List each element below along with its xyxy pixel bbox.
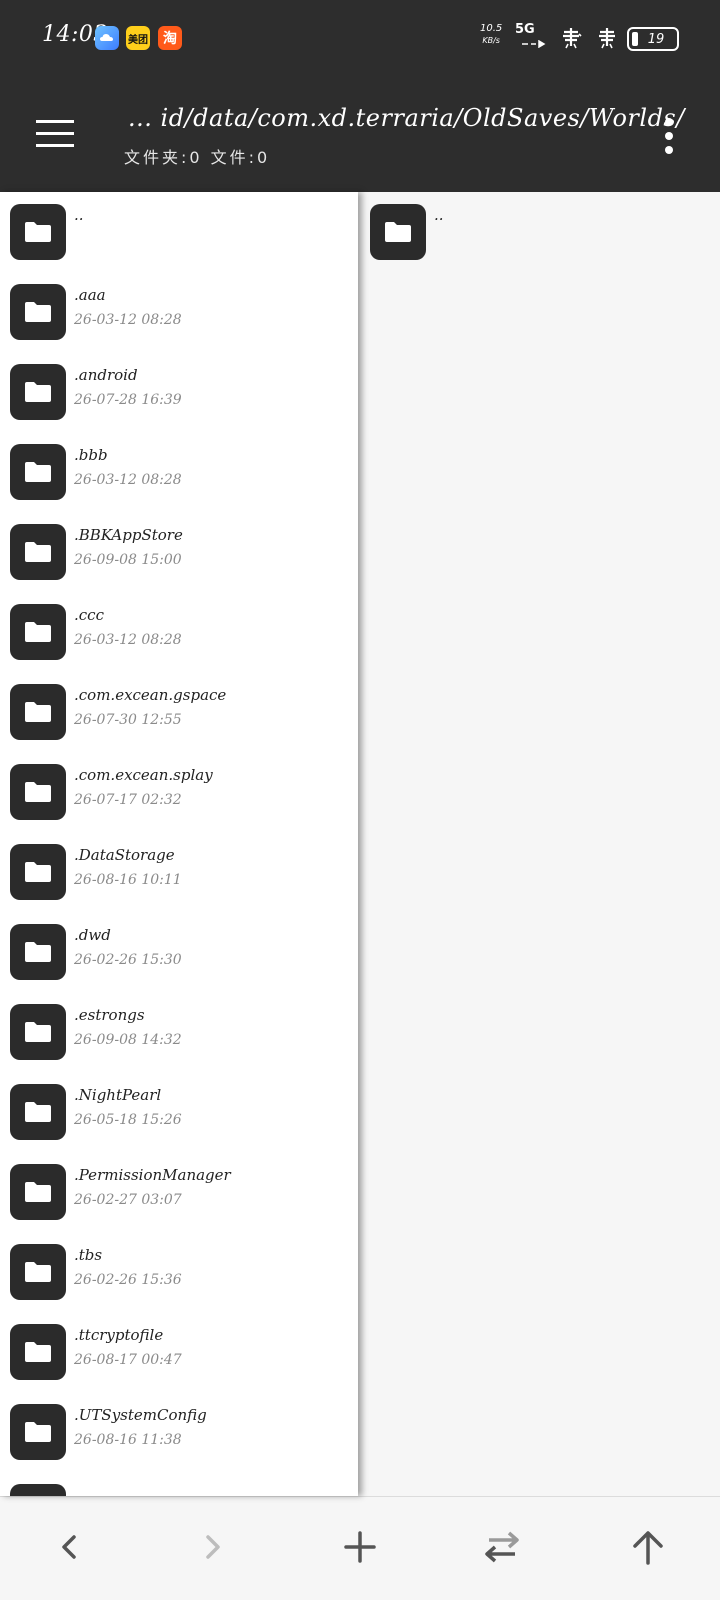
item-modified-date: 26-07-28 16:39 (74, 392, 182, 408)
item-name: .NightPearl (74, 1086, 162, 1104)
swap-panes-icon[interactable] (478, 1523, 526, 1571)
item-name: .. (74, 206, 84, 224)
item-name: .tbs (74, 1246, 103, 1264)
bottom-toolbar (0, 1496, 720, 1600)
folder-icon (10, 524, 66, 580)
file-list-item[interactable]: .ttcryptofile 26-08-17 00:47 (0, 1312, 350, 1392)
folder-icon (10, 1324, 66, 1380)
battery-level: 19 (647, 31, 665, 47)
item-name: .bbb (74, 446, 108, 464)
item-modified-date: 26-03-12 08:28 (74, 312, 182, 328)
item-modified-date: 26-03-12 08:28 (74, 472, 182, 488)
item-modified-date: 26-07-30 12:55 (74, 712, 182, 728)
signal-strength-icon-2 (599, 28, 615, 49)
item-modified-date: 26-08-16 10:11 (74, 872, 182, 888)
item-name: .DataStorage (74, 846, 175, 864)
signal-strength-icon (563, 28, 582, 49)
file-list-item[interactable]: .estrongs 26-09-08 14:32 (0, 992, 350, 1072)
current-path[interactable]: ... id/data/com.xd.terraria/OldSaves/Wor… (128, 104, 685, 132)
item-name: .BBKAppStore (74, 526, 183, 544)
folder-icon (10, 924, 66, 980)
item-name: .ccc (74, 606, 104, 624)
item-name: .UTSystemConfig (74, 1406, 207, 1424)
item-modified-date: 26-03-12 08:28 (74, 632, 182, 648)
data-activity-icon (522, 40, 546, 48)
right-file-pane[interactable]: .. (360, 192, 720, 1496)
item-modified-date: 26-09-08 14:32 (74, 1032, 182, 1048)
file-list-item[interactable]: .PermissionManager 26-02-27 03:07 (0, 1152, 350, 1232)
taobao-app-icon: 淘 (158, 26, 182, 50)
weather-app-icon (95, 26, 119, 50)
folder-icon (10, 604, 66, 660)
folder-icon (370, 204, 426, 260)
item-modified-date: 26-07-17 02:32 (74, 792, 182, 808)
item-name: .. (434, 206, 444, 224)
item-name: .com.excean.gspace (74, 686, 227, 704)
folder-icon (10, 1164, 66, 1220)
network-speed-value: 10.5 (480, 23, 503, 34)
forward-arrow-icon[interactable] (188, 1523, 236, 1571)
file-list-item[interactable]: .UTSystemConfig 26-08-16 11:38 (0, 1392, 350, 1472)
item-modified-date: 26-09-08 15:00 (74, 552, 182, 568)
folder-icon (10, 204, 66, 260)
file-list-item[interactable]: .dwd 26-02-26 15:30 (0, 912, 350, 992)
item-modified-date: 26-05-18 15:26 (74, 1112, 182, 1128)
meituan-app-icon: 美团 (126, 26, 150, 50)
item-modified-date: 26-02-26 15:30 (74, 952, 182, 968)
item-name: .dwd (74, 926, 111, 944)
item-modified-date: 26-02-27 03:07 (74, 1192, 182, 1208)
folder-icon (10, 1004, 66, 1060)
battery-indicator: 19 (627, 27, 679, 51)
folder-icon (10, 1084, 66, 1140)
item-modified-date: 26-08-17 00:47 (74, 1352, 182, 1368)
folder-icon (10, 364, 66, 420)
up-directory-icon[interactable] (624, 1523, 672, 1571)
item-name: .aaa (74, 286, 106, 304)
item-name: .ttcryptofile (74, 1326, 164, 1344)
app-bar: ... id/data/com.xd.terraria/OldSaves/Wor… (0, 76, 720, 192)
file-list-item[interactable]: .bbb 26-03-12 08:28 (0, 432, 350, 512)
file-list-item[interactable]: .android 26-07-28 16:39 (0, 352, 350, 432)
file-list-item[interactable]: .tbs 26-02-26 15:36 (0, 1232, 350, 1312)
item-name: .android (74, 366, 138, 384)
more-options-icon[interactable] (662, 118, 676, 154)
folder-icon (10, 1244, 66, 1300)
folder-icon (10, 684, 66, 740)
item-modified-date: 26-02-26 15:36 (74, 1272, 182, 1288)
folder-icon (10, 444, 66, 500)
item-name: .com.excean.splay (74, 766, 213, 784)
network-type: 5G (515, 22, 535, 37)
status-bar: 14:03 美团 淘 10.5 KB/s 5G 19 (0, 0, 720, 76)
folder-icon (10, 844, 66, 900)
folder-file-counts: 文件夹:0 文件:0 (124, 148, 271, 167)
folder-icon (10, 1404, 66, 1460)
network-speed: 10.5 KB/s (480, 22, 502, 46)
left-file-pane[interactable]: .. .aaa 26-03-12 08:28 .android 26-07-28 16:… (0, 192, 358, 1496)
hamburger-menu-icon[interactable] (36, 120, 76, 148)
add-icon[interactable] (336, 1523, 384, 1571)
file-list-item[interactable]: .ccc 26-03-12 08:28 (0, 592, 350, 672)
file-list-item[interactable]: .DataStorage 26-08-16 10:11 (0, 832, 350, 912)
folder-icon (10, 764, 66, 820)
file-list-item[interactable]: .. (0, 192, 350, 272)
network-speed-unit: KB/s (482, 36, 500, 45)
file-list-item[interactable] (0, 1472, 350, 1496)
folder-icon (10, 1484, 66, 1496)
file-list-item[interactable]: .BBKAppStore 26-09-08 15:00 (0, 512, 350, 592)
item-name: .estrongs (74, 1006, 145, 1024)
file-list-item[interactable]: .com.excean.gspace 26-07-30 12:55 (0, 672, 350, 752)
file-list-item[interactable]: .com.excean.splay 26-07-17 02:32 (0, 752, 350, 832)
file-list-item[interactable]: .NightPearl 26-05-18 15:26 (0, 1072, 350, 1152)
file-list-item[interactable]: .. (360, 192, 710, 272)
back-arrow-icon[interactable] (46, 1523, 94, 1571)
folder-icon (10, 284, 66, 340)
item-name: .PermissionManager (74, 1166, 231, 1184)
item-modified-date: 26-08-16 11:38 (74, 1432, 182, 1448)
file-list-item[interactable]: .aaa 26-03-12 08:28 (0, 272, 350, 352)
